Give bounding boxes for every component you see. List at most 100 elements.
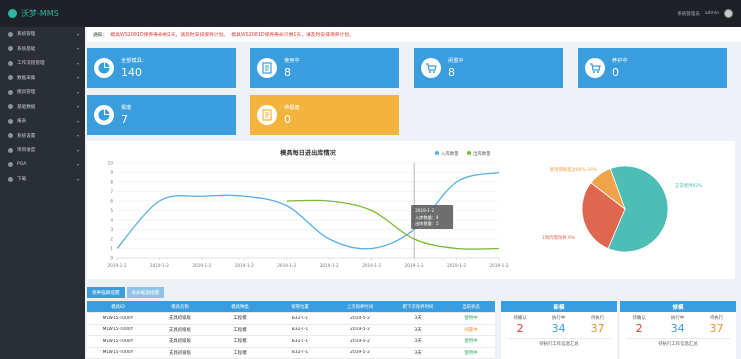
sidebar-item[interactable]: 系统管理 ▾: [0, 27, 85, 42]
table-header-cell[interactable]: 当前状态: [447, 304, 495, 310]
stat-card[interactable]: 报废 7: [87, 95, 236, 135]
legend-marker: [435, 151, 439, 155]
brand[interactable]: 沃梦-MMS: [0, 0, 85, 27]
chevron-down-icon: ▾: [76, 46, 79, 52]
menu-icon: [8, 147, 13, 153]
pie-chart-icon: [94, 58, 114, 78]
stat-icon-wrap: [87, 95, 121, 135]
panel-stat[interactable]: 待执行 37: [591, 315, 605, 335]
stat-value: 0: [612, 66, 619, 79]
tooltip-line: 出库数量：5: [415, 220, 439, 227]
logo-icon: [8, 9, 17, 18]
table-cell: 3天: [414, 339, 422, 345]
sidebar-item[interactable]: 基础数据 ▾: [0, 100, 85, 115]
x-tick-label: 2019-1-2: [447, 263, 466, 268]
table-cell: 3天: [414, 327, 422, 333]
table-row[interactable]: MLW15-T000Y 支具初级板 工程模 B32-T-1 2019-5-2 3天 闲置中: [87, 325, 495, 336]
stat-value: 7: [121, 113, 128, 126]
sidebar-item[interactable]: 下载 ▾: [0, 172, 85, 187]
table-cell: 支具初级板: [169, 339, 191, 345]
sidebar-item[interactable]: 工作流程管理 ▾: [0, 56, 85, 71]
table-cell: 支具初级板: [169, 316, 191, 322]
legend-label: 入库数量: [441, 150, 459, 157]
panel-stat[interactable]: 待执行 37: [710, 315, 724, 335]
table-header-cell[interactable]: 距下次保养时间: [389, 304, 447, 310]
repair-mold-panel: 修模 待确认 2 执行中 34 待执行 37 待执行工作信息汇总: [620, 301, 736, 359]
stat-card[interactable]: 养护中 0: [578, 48, 727, 88]
stat-card[interactable]: 闲置中 8: [414, 48, 563, 88]
table-header-cell[interactable]: 模具名称: [149, 304, 211, 310]
reminder-tabs: 保养临期提醒 寿命临期提醒: [87, 287, 165, 298]
tab-life-reminder[interactable]: 寿命临期提醒: [126, 287, 165, 298]
panel-stat[interactable]: 待确认 2: [632, 315, 645, 335]
notice-message-1[interactable]: 模具WS2081D保养寿命剩1天，请及时安排保养计划。: [110, 31, 228, 38]
chevron-down-icon: ▾: [76, 176, 79, 182]
sidebar-item[interactable]: POA ▾: [0, 158, 85, 173]
table-row[interactable]: MLW15-T000Y 支具初级板 工程模 B32-T-1 2019-5-2 3天 使用中: [87, 348, 495, 359]
stat-label: 待报废: [284, 105, 300, 111]
stat-card[interactable]: 待报废 0: [250, 95, 399, 135]
table-header-cell[interactable]: 上次保养时间: [331, 304, 389, 310]
sidebar-item[interactable]: 系统设置 ▾: [0, 129, 85, 144]
y-tick-label: 3: [110, 227, 113, 232]
new-mold-panel: 新模 待确认 2 执行中 34 待执行 37 待执行工作信息汇总: [501, 301, 617, 359]
menu-icon: [8, 31, 13, 37]
panel-footer: 待执行工作信息汇总: [626, 338, 730, 347]
reminder-table: 模具ID 模具名称 模具种类 保管位置 上次保养时间 距下次保养时间 当前状态 MLW15-T…: [87, 301, 495, 359]
charts-svg: 模具每日进出库情况 入库数量 出库数量 0 1 2 3 4 5 6 7 8 9 10 2019-1-2 201…: [107, 149, 702, 268]
table-cell: 工程模: [233, 339, 247, 345]
notice-message-2[interactable]: 模具WS2081D保养寿命只剩1天，请及时安排保养计划。: [231, 31, 354, 38]
table-row[interactable]: MLW15-T000Y 支具初级板 工程模 B32-T-1 2019-5-2 3天 使用中: [87, 336, 495, 348]
table-header-cell[interactable]: 保管位置: [269, 304, 331, 310]
sidebar-item[interactable]: 模具管理 ▾: [0, 85, 85, 100]
chart-panel: 模具每日进出库情况 入库数量 出库数量 0 1 2 3 4 5 6 7 8 9 10 2019-1-2 201…: [87, 141, 735, 279]
menu-icon: [8, 89, 13, 95]
sidebar-item-label: 数据采集: [17, 75, 36, 81]
x-tick-label: 2019-1-2: [320, 263, 339, 268]
sidebar-item[interactable]: 项目进度 ▾: [0, 143, 85, 158]
panel-stat[interactable]: 执行中 34: [552, 315, 566, 335]
y-tick-label: 10: [108, 161, 114, 166]
chevron-down-icon: ▾: [76, 147, 79, 153]
status-cell: 使用中: [464, 316, 478, 322]
stat-icon-wrap: [578, 48, 612, 88]
menu-icon: [8, 75, 13, 81]
admin-label: admin: [704, 11, 719, 16]
tab-maintenance-reminder[interactable]: 保养临期提醒: [87, 287, 125, 298]
panel-stat[interactable]: 执行中 34: [671, 315, 685, 335]
sidebar-item-label: 报表: [17, 119, 27, 125]
sidebar-item[interactable]: 系统基础 ▾: [0, 42, 85, 57]
sidebar-item-label: 基础数据: [17, 104, 36, 110]
menu-icon: [8, 46, 13, 52]
sidebar-item-label: 系统管理: [17, 32, 36, 38]
menu-icon: [8, 118, 13, 124]
table-cell: B32-T-1: [291, 315, 309, 321]
stat-card[interactable]: 全部模具： 140: [87, 48, 236, 88]
table-row[interactable]: MLW15-T000Y 支具初级板 工程模 B32-T-1 2019-5-2 3天 使用中: [87, 313, 495, 325]
table-header-cell[interactable]: 模具种类: [211, 304, 269, 310]
chart-title: 模具每日进出库情况: [280, 149, 336, 157]
tooltip-line: 入库数量：4: [415, 214, 439, 221]
table-cell: 工程模: [233, 316, 247, 322]
chevron-down-icon: ▾: [76, 31, 79, 37]
chevron-down-icon: ▾: [76, 162, 79, 168]
status-cell: 闲置中: [464, 327, 478, 333]
table-cell: 3天: [414, 350, 422, 356]
stat-value: 0: [284, 113, 291, 126]
sidebar-item[interactable]: 报表 ▾: [0, 114, 85, 129]
panel-stat[interactable]: 待确认 2: [513, 315, 526, 335]
avatar[interactable]: [724, 9, 733, 18]
panel-footer: 待执行工作信息汇总: [507, 338, 611, 347]
user-name: 系统管理员: [677, 11, 700, 17]
user-area[interactable]: 系统管理员 admin: [677, 9, 741, 18]
stat-card[interactable]: 使用中 8: [250, 48, 399, 88]
table-cell: B32-T-1: [291, 338, 309, 344]
x-tick-label: 2019-1-2: [192, 263, 211, 268]
chevron-down-icon: ▾: [76, 133, 79, 139]
table-cell: B32-T-1: [291, 327, 309, 333]
y-tick-label: 7: [110, 189, 113, 194]
cart-icon: [421, 58, 441, 78]
pie-label: 正常使用62%: [675, 182, 702, 189]
sidebar-item[interactable]: 数据采集 ▾: [0, 71, 85, 86]
table-header-cell[interactable]: 模具ID: [87, 304, 149, 310]
